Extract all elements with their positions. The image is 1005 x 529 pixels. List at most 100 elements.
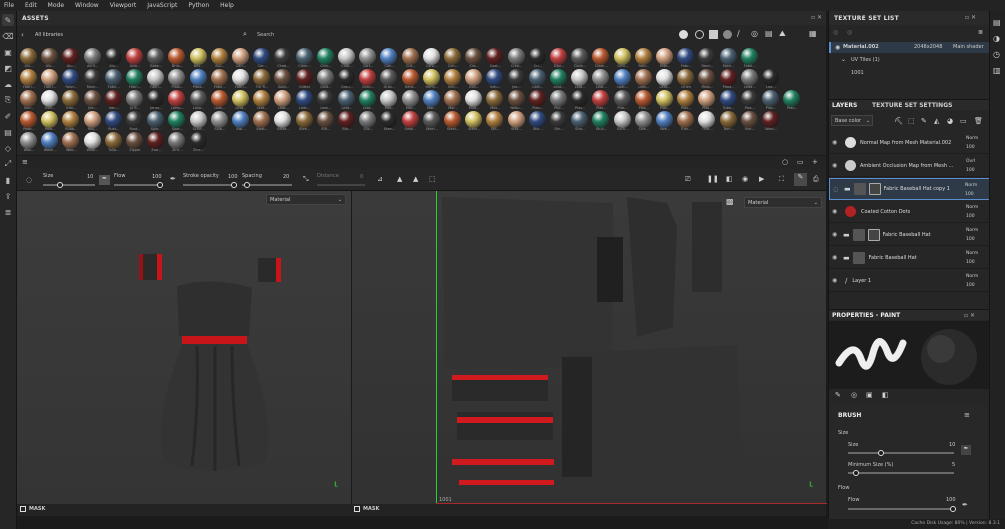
material-thumbnail[interactable]: [656, 69, 673, 86]
add-effect-icon[interactable]: ⛏: [894, 117, 903, 125]
visibility-eye-icon[interactable]: ◉: [832, 277, 841, 284]
flow-pressure-icon[interactable]: ✒: [962, 501, 968, 509]
material-thumbnail[interactable]: [550, 48, 567, 65]
add-mask-icon[interactable]: ⬚: [908, 117, 915, 125]
visibility-eye-icon[interactable]: ◉: [832, 231, 841, 238]
material-thumbnail[interactable]: [613, 111, 631, 128]
material-thumbnail[interactable]: [740, 48, 758, 65]
material-thumbnail[interactable]: [168, 48, 186, 65]
material-thumbnail[interactable]: [316, 48, 334, 65]
layer-row-selected[interactable]: ◌ ▬ Fabric Baseball Hat copy 1 Norm 100: [829, 178, 990, 200]
viewport-3d-mode-select[interactable]: Material ⌄: [266, 194, 346, 205]
material-thumbnail[interactable]: [486, 48, 504, 65]
material-thumbnail[interactable]: [740, 90, 758, 107]
delete-layer-icon[interactable]: 🗑: [974, 117, 983, 125]
visibility-eye-icon[interactable]: ◌: [833, 186, 842, 193]
spacing-value[interactable]: 20: [283, 174, 289, 180]
visibility-eye-icon[interactable]: ◉: [832, 208, 841, 215]
menu-window[interactable]: Window: [75, 2, 99, 9]
geometry-icon[interactable]: ◇: [2, 142, 14, 154]
material-thumbnail[interactable]: [571, 48, 589, 65]
circle-icon[interactable]: ○: [782, 158, 788, 166]
material-thumbnail[interactable]: [550, 111, 567, 128]
paint-mode-icon[interactable]: ✎: [794, 173, 807, 186]
link-icon[interactable]: ◎: [847, 29, 852, 36]
size-value[interactable]: 10: [949, 442, 955, 448]
layer-row[interactable]: ◉ Coated Cotton Dots Norm 100: [829, 201, 990, 223]
material-thumbnail[interactable]: [62, 132, 80, 149]
material-thumbnail[interactable]: [83, 132, 101, 149]
material-thumbnail[interactable]: [507, 48, 525, 65]
material-thumbnail[interactable]: [444, 90, 461, 107]
material-thumbnail[interactable]: [762, 69, 779, 86]
material-thumbnail[interactable]: [295, 48, 313, 65]
material-thumbnail[interactable]: [698, 111, 716, 128]
add-folder-icon[interactable]: ▭: [960, 117, 967, 125]
add-paint-layer-icon[interactable]: ✎: [921, 117, 927, 125]
material-thumbnail[interactable]: [83, 48, 101, 65]
material-thumbnail[interactable]: [719, 69, 737, 86]
material-thumbnail[interactable]: [147, 111, 165, 128]
paint-brush-icon[interactable]: ✎: [2, 14, 14, 26]
material-thumbnail[interactable]: [104, 111, 122, 128]
tab-layers[interactable]: LAYERS: [832, 102, 857, 109]
material-thumbnail[interactable]: [719, 90, 737, 107]
material-thumbnail[interactable]: [550, 90, 567, 107]
stroke-opacity-value[interactable]: 100: [228, 174, 238, 180]
material-thumbnail[interactable]: [189, 111, 207, 128]
layer-row[interactable]: ◉ ∕ Layer 1 Norm 100: [829, 270, 990, 292]
material-thumbnail[interactable]: [189, 69, 207, 86]
material-thumbnail[interactable]: [62, 69, 80, 86]
material-thumbnail[interactable]: [507, 111, 525, 128]
material-thumbnail[interactable]: [486, 90, 504, 107]
material-thumbnail[interactable]: [232, 111, 249, 128]
smudge-icon[interactable]: ☁: [2, 78, 14, 90]
brush-menu-icon[interactable]: ≡: [964, 411, 970, 419]
pen-pressure-icon[interactable]: ✒: [961, 445, 971, 455]
material-thumbnail[interactable]: [634, 111, 652, 128]
material-thumbnail[interactable]: [126, 111, 143, 128]
material-thumbnail[interactable]: [380, 69, 398, 86]
screenshot-icon[interactable]: ⎙: [813, 175, 819, 184]
layer-row[interactable]: ◉ ▬ Fabric Baseball Hat Norm 100: [829, 247, 990, 269]
material-thumbnail[interactable]: [210, 48, 228, 65]
material-thumbnail[interactable]: [189, 48, 207, 65]
library-selector[interactable]: All libraries: [35, 32, 63, 38]
size-slider[interactable]: [848, 452, 954, 454]
stencil-tab-icon[interactable]: ▣: [866, 391, 873, 399]
material-thumbnail[interactable]: [359, 90, 377, 107]
flow-slider-handle[interactable]: [950, 506, 956, 512]
alpha-tab-icon[interactable]: ◧: [882, 391, 889, 399]
material-thumbnail[interactable]: [168, 111, 186, 128]
clone-icon[interactable]: ⎘: [2, 94, 14, 106]
material-thumbnail[interactable]: [232, 69, 249, 86]
material-thumbnail[interactable]: [465, 48, 483, 65]
material-thumbnail[interactable]: [380, 111, 398, 128]
material-thumbnail[interactable]: [232, 48, 249, 65]
flow-value[interactable]: 100: [946, 497, 956, 503]
material-thumbnail[interactable]: [762, 90, 779, 107]
material-thumbnail[interactable]: [634, 48, 652, 65]
minimum-size-slider[interactable]: [848, 472, 954, 474]
texture-set-icon[interactable]: ▤: [993, 18, 1002, 27]
material-thumbnail[interactable]: [444, 69, 461, 86]
material-thumbnail[interactable]: [783, 90, 800, 107]
mask-toggle-3d[interactable]: [20, 506, 26, 512]
material-thumbnail[interactable]: [338, 90, 355, 107]
log-icon[interactable]: ▥: [993, 66, 1002, 75]
material-thumbnail[interactable]: [62, 111, 80, 128]
color-picker-icon[interactable]: ✐: [2, 110, 14, 122]
material-thumbnail[interactable]: [740, 111, 758, 128]
panel-controls-icon[interactable]: ▫ ✕: [964, 312, 975, 319]
visibility-eye-icon[interactable]: ◉: [832, 254, 841, 261]
menu-mode[interactable]: Mode: [48, 2, 64, 9]
menu-python[interactable]: Python: [188, 2, 209, 9]
material-thumbnail[interactable]: [147, 48, 165, 65]
material-thumbnail[interactable]: [677, 48, 695, 65]
material-thumbnail[interactable]: [168, 90, 186, 107]
material-thumbnail[interactable]: [401, 48, 419, 65]
pen-pressure-icon[interactable]: ✒: [99, 175, 110, 185]
menu-help[interactable]: Help: [220, 2, 234, 9]
channel-select[interactable]: Base color ⌄: [831, 115, 873, 126]
stroke-opacity-slider[interactable]: [183, 184, 237, 186]
